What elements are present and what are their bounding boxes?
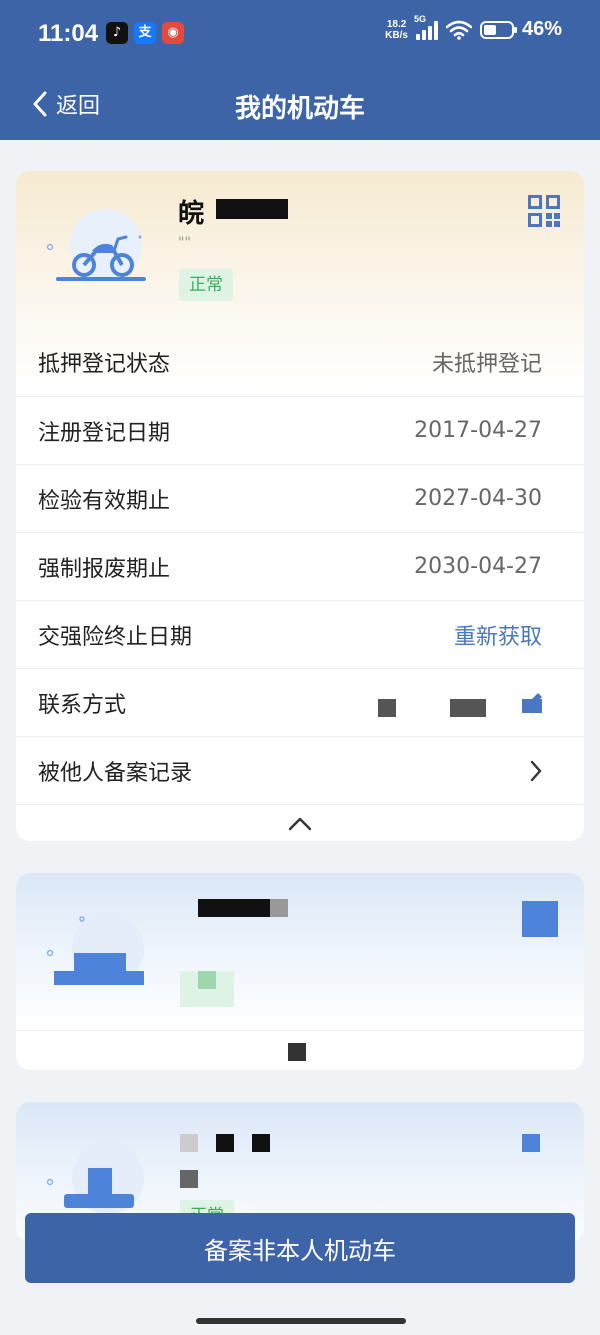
home-indicator[interactable] xyxy=(196,1318,406,1324)
status-badge: 正常 xyxy=(179,269,233,301)
plate-redaction xyxy=(216,1134,234,1152)
back-label: 返回 xyxy=(56,94,101,119)
row-inspection-expiry: 检验有效期止 2027-04-30 xyxy=(16,464,584,532)
motorcycle-icon xyxy=(46,209,146,281)
status-time: 11:04 xyxy=(38,20,99,47)
row-mortgage-status: 抵押登记状态 未抵押登记 xyxy=(16,328,584,396)
row-contact: 联系方式 xyxy=(16,668,584,736)
net-speed: 18.2 KB/s xyxy=(385,19,408,41)
file-other-vehicle-button[interactable]: 备案非本人机动车 xyxy=(25,1213,575,1283)
row-label: 被他人备案记录 xyxy=(38,760,193,786)
row-value: 未抵押登记 xyxy=(431,352,542,377)
truck-icon xyxy=(46,913,144,985)
tiktok-icon: ♪ xyxy=(106,22,128,44)
network-type: 5G xyxy=(413,13,426,24)
subtitle-redaction xyxy=(180,1170,198,1188)
navigation-bar: 返回 我的机动车 xyxy=(0,70,600,140)
row-value: 2027-04-30 xyxy=(414,486,542,511)
vehicle-card-header[interactable]: 皖 "" 正常 xyxy=(16,171,584,328)
row-label: 强制报废期止 xyxy=(38,556,171,582)
battery-level xyxy=(483,24,496,35)
row-label: 检验有效期止 xyxy=(38,488,171,514)
vehicle-card-2[interactable] xyxy=(16,873,584,1070)
row-value: 2030-04-27 xyxy=(414,554,542,579)
row-label: 抵押登记状态 xyxy=(38,352,171,377)
battery-percent: 46% xyxy=(521,18,562,40)
chevron-left-icon xyxy=(33,91,47,117)
row-filing-records[interactable]: 被他人备案记录 xyxy=(16,736,584,804)
plate-redaction xyxy=(198,899,270,917)
chevron-up-icon xyxy=(288,817,312,830)
net-speed-value: 18.2 xyxy=(386,18,407,30)
qr-code-icon[interactable] xyxy=(528,195,560,227)
expand-button[interactable] xyxy=(288,1043,306,1061)
net-speed-unit: KB/s xyxy=(385,29,408,41)
back-button[interactable]: 返回 xyxy=(32,88,100,120)
plate-redaction-partial xyxy=(270,899,288,917)
wifi-icon xyxy=(445,20,472,40)
row-insurance-expiry: 交强险终止日期 重新获取 xyxy=(16,600,584,668)
chevron-right-icon xyxy=(530,760,542,781)
vehicle-subtitle: "" xyxy=(178,235,191,251)
row-value: 2017-04-27 xyxy=(414,418,542,443)
qr-code-icon[interactable] xyxy=(522,1134,540,1152)
collapse-button[interactable] xyxy=(16,804,584,841)
refetch-link[interactable]: 重新获取 xyxy=(454,619,542,651)
status-app-icons: ♪ 支 ◉ xyxy=(106,22,184,44)
row-label: 注册登记日期 xyxy=(38,420,171,446)
divider xyxy=(16,1030,584,1031)
row-label: 交强险终止日期 xyxy=(38,624,193,650)
plate-redaction xyxy=(252,1134,270,1152)
alipay-icon: 支 xyxy=(134,22,156,44)
battery-icon xyxy=(479,20,517,39)
qr-code-icon[interactable] xyxy=(522,901,558,937)
edit-icon[interactable] xyxy=(522,692,542,713)
truck-icon xyxy=(46,1142,144,1214)
status-badge-redaction xyxy=(198,971,216,989)
vehicle-card: 皖 "" 正常 抵押登记状态 未抵押登记 注册登记日期 2017-04-27 检… xyxy=(16,171,584,841)
row-registration-date: 注册登记日期 2017-04-27 xyxy=(16,396,584,464)
game-app-icon: ◉ xyxy=(162,22,184,44)
contact-redacted-value[interactable] xyxy=(378,689,542,717)
status-bar: 11:04 ♪ 支 ◉ 18.2 KB/s 5G 46% xyxy=(0,0,600,70)
vehicle-details-list: 抵押登记状态 未抵押登记 注册登记日期 2017-04-27 检验有效期止 20… xyxy=(16,328,584,841)
plate-redaction xyxy=(180,1134,198,1152)
row-label: 联系方式 xyxy=(38,692,127,718)
cellular-signal-icon: 5G xyxy=(414,14,438,40)
row-scrap-deadline: 强制报废期止 2030-04-27 xyxy=(16,532,584,600)
plate-redaction xyxy=(216,199,288,219)
app-header: 11:04 ♪ 支 ◉ 18.2 KB/s 5G 46% 返回 我的机动车 xyxy=(0,0,600,140)
status-right: 18.2 KB/s 5G 46% xyxy=(385,14,562,41)
plate-number: 皖 xyxy=(178,199,205,229)
